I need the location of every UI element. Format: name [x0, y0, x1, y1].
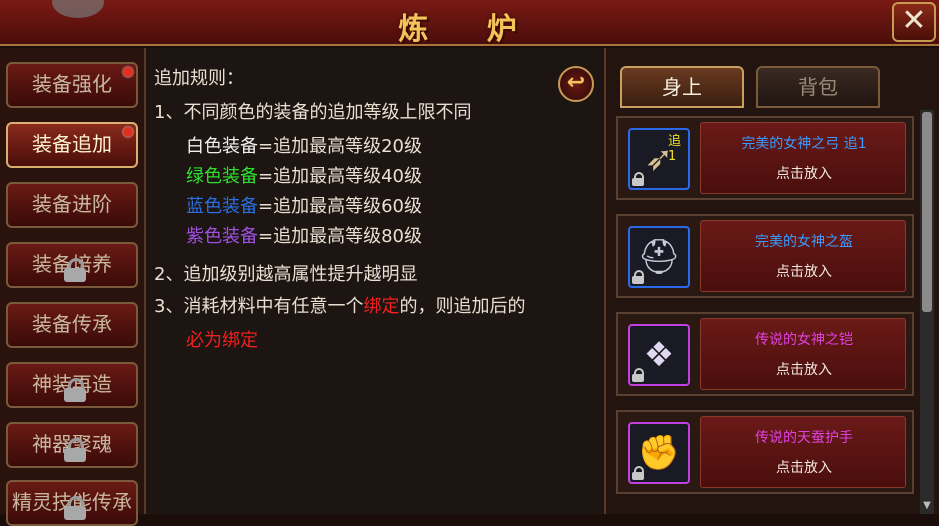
close-button[interactable]: ✕ [892, 2, 936, 42]
rule-white: 白色装备=追加最高等级20级 [186, 132, 422, 158]
item-info: 完美的女神之盔 点击放入 [700, 220, 906, 292]
nav-divine-remake[interactable]: 神装再造 [6, 362, 138, 408]
equipment-item[interactable]: ❖ 传说的女神之铠 点击放入 [616, 312, 914, 396]
append-badge: 追1 [668, 134, 682, 164]
nav-equip-enhance[interactable]: 装备强化 [6, 62, 138, 108]
rule-3-part-c: 的，则追加后的 [399, 296, 526, 317]
place-in-button[interactable]: 点击放入 [701, 163, 907, 183]
nav-label: 装备进阶 [32, 192, 112, 216]
nav-equip-append[interactable]: 装备追加 [6, 122, 138, 168]
nav-label: 装备传承 [32, 312, 112, 336]
rules-panel: 追加规则： ↩ 1、不同颜色的装备的追加等级上限不同 白色装备=追加最高等级20… [146, 48, 604, 514]
place-in-button[interactable]: 点击放入 [701, 359, 907, 379]
equipment-list: ➶ 追1 完美的女神之弓 追1 点击放入 ⛑ 完美的女神之盔 点击放入 ❖ 传说… [612, 110, 918, 514]
equipment-item[interactable]: ⛑ 完美的女神之盔 点击放入 [616, 214, 914, 298]
bound-lock-icon [632, 270, 644, 284]
rule-2: 2、追加级别越高属性提升越明显 [154, 264, 418, 285]
rules-heading: 追加规则： [154, 68, 244, 89]
rule-green: 绿色装备=追加最高等级40级 [186, 162, 422, 188]
nav-equip-cultivate[interactable]: 装备培养 [6, 242, 138, 288]
lock-icon [64, 438, 86, 462]
lock-icon [64, 258, 86, 282]
scrollbar[interactable]: ▼ [920, 110, 934, 514]
lock-icon [64, 378, 86, 402]
notification-dot [123, 127, 133, 137]
nav-spirit-skill-inherit[interactable]: 精灵技能传承 [6, 480, 138, 526]
tab-bag[interactable]: 背包 [756, 66, 880, 108]
rule-3-result: 必为绑定 [186, 330, 258, 351]
item-info: 传说的女神之铠 点击放入 [700, 318, 906, 390]
nav-equip-advance[interactable]: 装备进阶 [6, 182, 138, 228]
item-slot: ❖ [628, 324, 690, 386]
green-equip-label: 绿色装备 [186, 166, 258, 187]
place-in-button[interactable]: 点击放入 [701, 261, 907, 281]
rule-3-bound: 绑定 [363, 296, 400, 317]
scrollbar-thumb[interactable] [922, 112, 932, 312]
rule-purple: 紫色装备=追加最高等级80级 [186, 222, 422, 248]
item-name: 完美的女神之弓 追1 [741, 136, 867, 152]
white-equip-limit: =追加最高等级20级 [258, 136, 422, 157]
bound-lock-icon [632, 368, 644, 382]
equipment-item[interactable]: ✊ 传说的天蚕护手 点击放入 [616, 410, 914, 494]
bound-lock-icon [632, 466, 644, 480]
function-sidebar: 装备强化 装备追加 装备进阶 装备培养 装备传承 神装再造 神器聚魂 精灵技能传… [0, 48, 146, 526]
bound-lock-icon [632, 172, 644, 186]
purple-equip-label: 紫色装备 [186, 226, 258, 247]
blue-equip-limit: =追加最高等级60级 [258, 196, 422, 217]
item-slot: ✊ [628, 422, 690, 484]
rule-blue: 蓝色装备=追加最高等级60级 [186, 192, 422, 218]
purple-equip-limit: =追加最高等级80级 [258, 226, 422, 247]
item-slot: ⛑ [628, 226, 690, 288]
item-name: 传说的天蚕护手 [755, 430, 853, 446]
nav-label: 装备强化 [32, 72, 112, 96]
equipment-panel: 身上 背包 ➶ 追1 完美的女神之弓 追1 点击放入 ⛑ 完美的女神之盔 点击放… [604, 48, 939, 514]
scroll-down-icon[interactable]: ▼ [920, 498, 934, 514]
tab-equipped[interactable]: 身上 [620, 66, 744, 108]
notification-dot [123, 67, 133, 77]
item-slot: ➶ 追1 [628, 128, 690, 190]
item-name: 完美的女神之盔 [755, 234, 853, 250]
title-bar: 炼 炉 ✕ [0, 0, 939, 47]
window-title: 炼 炉 [398, 12, 541, 47]
rule-3-part-a: 3、消耗材料中有任意一个 [154, 296, 364, 317]
item-name: 传说的女神之铠 [755, 332, 853, 348]
blue-equip-label: 蓝色装备 [186, 196, 258, 217]
item-info: 传说的天蚕护手 点击放入 [700, 416, 906, 488]
item-info: 完美的女神之弓 追1 点击放入 [700, 122, 906, 194]
nav-artifact-soul[interactable]: 神器聚魂 [6, 422, 138, 468]
rule-1: 1、不同颜色的装备的追加等级上限不同 [154, 102, 472, 123]
white-equip-label: 白色装备 [186, 136, 258, 157]
place-in-button[interactable]: 点击放入 [701, 457, 907, 477]
rule-3: 3、消耗材料中有任意一个绑定的，则追加后的 [154, 292, 525, 318]
back-button[interactable]: ↩ [558, 66, 594, 102]
equipment-item[interactable]: ➶ 追1 完美的女神之弓 追1 点击放入 [616, 116, 914, 200]
close-icon: ✕ [901, 3, 927, 38]
green-equip-limit: =追加最高等级40级 [258, 166, 422, 187]
lock-icon [64, 496, 86, 520]
nav-equip-inherit[interactable]: 装备传承 [6, 302, 138, 348]
back-icon: ↩ [566, 70, 586, 95]
nav-label: 装备追加 [32, 132, 112, 156]
